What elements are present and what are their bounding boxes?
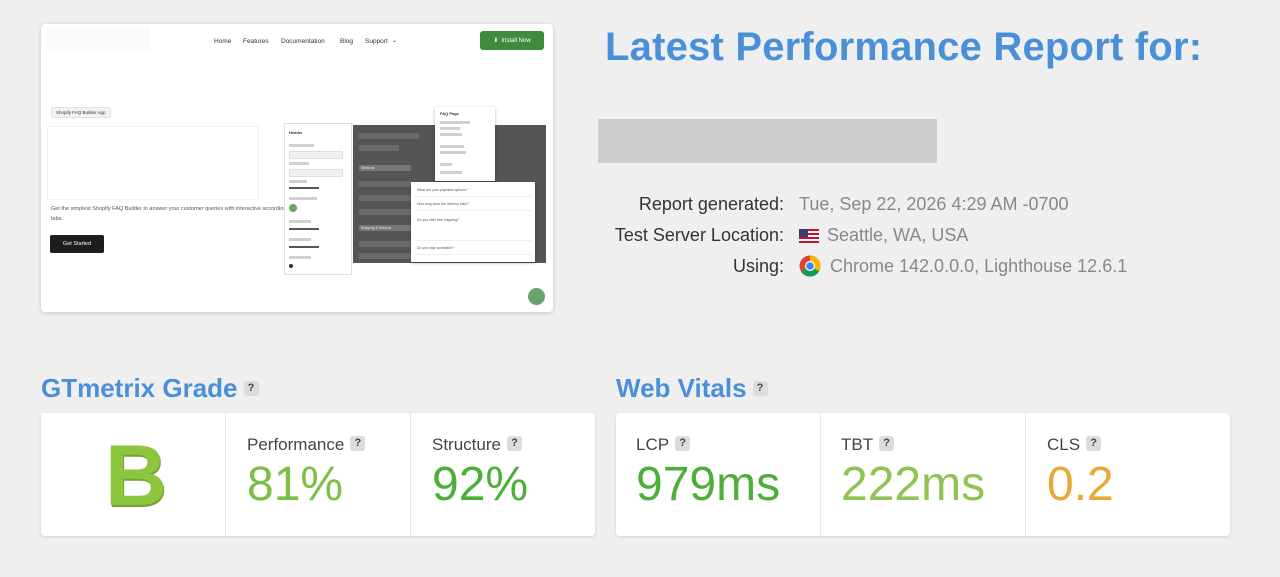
cls-value: 0.2 [1047, 458, 1114, 511]
test-location-label: Test Server Location: [614, 225, 784, 245]
thumb-nav-home: Home [214, 38, 232, 45]
using-value: Chrome 142.0.0.0, Lighthouse 12.6.1 [830, 256, 1128, 276]
web-vitals-heading: Web Vitals? [616, 373, 768, 404]
thumb-faq-page-popup: FAQ Page [435, 107, 495, 181]
thumb-faq-q3: Do you offer free shipping? [417, 218, 459, 222]
thumb-faq-accordion: What are your payment options? How long … [411, 182, 535, 262]
page-screenshot-thumbnail: Home Features Documentation Blog Support… [41, 24, 553, 312]
us-flag-icon [799, 229, 819, 243]
help-icon[interactable]: ? [675, 436, 691, 452]
thumb-nav-features: Features [243, 38, 269, 45]
tbt-metric-label: TBT? [841, 435, 895, 455]
vitals-divider [820, 413, 821, 536]
tbt-value: 222ms [841, 458, 986, 511]
report-title: Latest Performance Report for: [605, 25, 1203, 69]
report-generated-label: Report generated: [638, 194, 784, 214]
gtmetrix-grade-heading: GTmetrix Grade? [41, 373, 259, 404]
grade-divider [225, 413, 226, 536]
help-icon[interactable]: ? [350, 436, 366, 452]
thumb-nav-blog: Blog [340, 38, 354, 45]
gtmetrix-grade-letter: B [105, 428, 168, 524]
site-logo-placeholder [47, 27, 150, 51]
grade-divider [410, 413, 411, 536]
help-icon[interactable]: ? [879, 436, 895, 452]
performance-label: Performance [247, 435, 345, 454]
web-vitals-card: LCP? 979ms TBT? 222ms CLS? 0.2 [616, 413, 1230, 536]
help-icon[interactable]: ? [752, 380, 768, 396]
thumb-app-settings-panel: Header [284, 123, 352, 275]
chrome-icon [799, 255, 821, 277]
thumb-description: Get the simplest Shopify FAQ Builder to … [51, 206, 287, 222]
thumb-sidebar-shipping: Shipping & Returns [361, 226, 392, 230]
download-icon: ⬇ [493, 38, 499, 44]
structure-metric-label: Structure? [432, 435, 522, 455]
thumb-faq-q1: What are your payment options? [417, 188, 468, 192]
thumb-nav-support: Support [365, 38, 388, 45]
vitals-divider [1025, 413, 1026, 536]
thumb-nav-documentation: Documentation [281, 38, 325, 45]
chevron-down-icon: ⌄ [392, 38, 398, 44]
report-generated-value: Tue, Sep 22, 2026 4:29 AM -0700 [799, 194, 1069, 214]
report-url-redacted [598, 119, 937, 163]
lcp-metric-label: LCP? [636, 435, 691, 455]
test-location-value: Seattle, WA, USA [827, 225, 969, 245]
web-vitals-title: Web Vitals [616, 373, 747, 403]
help-icon[interactable]: ? [1086, 436, 1102, 452]
thumb-hero-image [47, 126, 259, 200]
structure-value: 92% [432, 458, 529, 511]
gtmetrix-grade-title: GTmetrix Grade [41, 373, 238, 403]
thumb-popup-title: FAQ Page [440, 111, 459, 116]
thumb-sidebar-sections: Sections [361, 166, 375, 170]
lcp-label: LCP [636, 435, 670, 454]
using-label: Using: [732, 256, 784, 276]
thumb-faq-q2: How long does the delivery take? [417, 202, 469, 206]
thumb-install-label: Install Now [501, 37, 531, 44]
thumb-app-left-title: Header [289, 130, 303, 135]
performance-value: 81% [247, 458, 344, 511]
chat-bubble-icon [528, 288, 545, 305]
help-icon[interactable]: ? [243, 380, 259, 396]
thumb-faq-q4: Do you ship worldwide? [417, 246, 454, 250]
thumb-badge: Shopify FAQ Builder App [51, 107, 111, 118]
tbt-label: TBT [841, 435, 874, 454]
thumb-install-button: ⬇ Install Now [480, 31, 544, 50]
help-icon[interactable]: ? [506, 436, 522, 452]
thumb-get-started-button: Get Started [50, 235, 104, 253]
lcp-value: 979ms [636, 458, 781, 511]
performance-metric-label: Performance? [247, 435, 366, 455]
gtmetrix-grade-card: B Performance? 81% Structure? 92% [41, 413, 595, 536]
structure-label: Structure [432, 435, 501, 454]
cls-label: CLS [1047, 435, 1081, 454]
cls-metric-label: CLS? [1047, 435, 1102, 455]
